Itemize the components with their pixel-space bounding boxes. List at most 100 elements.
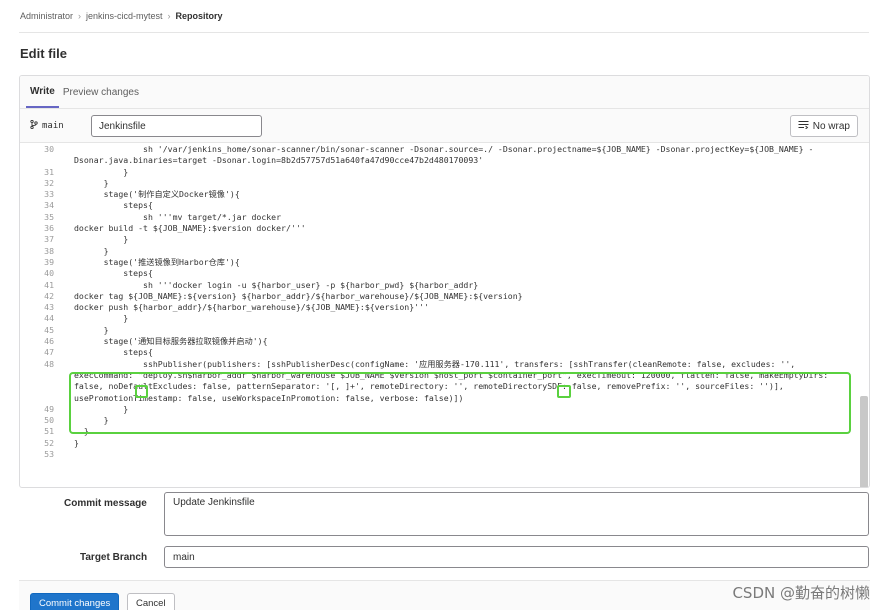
branch-icon [30,119,38,132]
code-line: 31 } [20,167,869,178]
page-title: Edit file [20,46,67,61]
file-name-input[interactable] [91,115,262,137]
line-number: 48 [44,358,54,369]
line-number: 43 [44,302,54,313]
line-text: } [74,166,129,177]
line-text: docker tag ${JOB_NAME}:${version} ${harb… [74,290,523,301]
commit-changes-button[interactable]: Commit changes [30,593,120,610]
line-number: 31 [44,166,54,177]
commit-message-label: Commit message [64,498,147,509]
code-line: 41 sh '''docker login -u ${harbor_user} … [20,280,869,291]
code-line: 33 stage('制作自定义Docker镜像'){ [20,189,869,200]
code-line: 45 } [20,325,869,336]
line-number: 52 [44,437,54,448]
line-text: } [74,177,109,188]
commit-message-input[interactable]: Update Jenkinsfile [164,492,869,536]
line-text: sh '/var/jenkins_home/sonar-scanner/bin/… [74,144,814,166]
code-line: 53 [20,449,869,460]
editor-scrollbar[interactable] [860,396,868,487]
code-line: 42 docker tag ${JOB_NAME}:${version} ${ha… [20,291,869,302]
watermark: CSDN @勤奋的树懒 [732,584,870,602]
breadcrumb: Administrator › jenkins-cicd-mytest › Re… [20,11,223,21]
line-text: stage('推送镜像到Harbor仓库'){ [74,256,240,267]
line-number: 38 [44,245,54,256]
code-line: 43 docker push ${harbor_addr}/${harbor_wa… [20,302,869,313]
code-line: 35 sh '''mv target/*.jar docker [20,212,869,223]
line-number: 32 [44,177,54,188]
code-line: 50 } [20,415,869,426]
line-text: } [74,234,129,245]
wrap-icon [798,120,809,132]
code-line: 48 sshPublisher(publishers: [sshPublishe… [20,359,869,404]
line-text: steps{ [74,268,153,279]
line-text: docker push ${harbor_addr}/${harbor_ware… [74,302,429,313]
breadcrumb-administrator[interactable]: Administrator [20,11,73,21]
editor-toolbar: main No wrap [20,109,869,143]
code-line: 46 stage('通知目标服务器拉取镜像并启动'){ [20,336,869,347]
line-number: 51 [44,426,54,437]
line-text: } [74,324,109,335]
line-text: sshPublisher(publishers: [sshPublisherDe… [74,358,834,403]
line-number: 37 [44,234,54,245]
line-text: stage('通知目标服务器拉取镜像并启动'){ [74,336,268,347]
breadcrumb-project[interactable]: jenkins-cicd-mytest [86,11,163,21]
line-number: 40 [44,268,54,279]
target-branch-input[interactable] [164,546,869,568]
editor-tabs: Write Preview changes [20,76,869,109]
line-text: } [74,415,109,426]
line-text: } [74,245,109,256]
line-number: 35 [44,211,54,222]
cancel-button[interactable]: Cancel [127,593,175,610]
line-number: 46 [44,336,54,347]
chevron-right-icon: › [167,11,171,21]
file-editor: Write Preview changes main No wrap 30 sh… [19,75,870,488]
no-wrap-button[interactable]: No wrap [789,115,858,137]
code-line: 39 stage('推送镜像到Harbor仓库'){ [20,257,869,268]
code-line: 47 steps{ [20,347,869,358]
line-number: 41 [44,279,54,290]
code-line: 37 } [20,234,869,245]
line-text: sh '''mv target/*.jar docker [74,211,282,222]
line-number: 47 [44,347,54,358]
no-wrap-label: No wrap [812,120,850,132]
chevron-right-icon: › [78,11,82,21]
breadcrumb-repository[interactable]: Repository [176,11,223,21]
branch-indicator: main [30,119,64,132]
tab-write[interactable]: Write [26,76,59,108]
target-branch-label: Target Branch [80,552,148,563]
line-text: sh '''docker login -u ${harbor_user} -p … [74,279,479,290]
line-text: steps{ [74,200,153,211]
tab-preview-changes[interactable]: Preview changes [59,76,143,108]
line-text: } [74,426,89,437]
code-line: 51 } [20,426,869,437]
code-line: 40 steps{ [20,268,869,279]
line-number: 53 [44,449,54,460]
divider [19,32,869,33]
line-text [60,449,869,460]
line-number: 30 [44,144,54,154]
code-line: 30 sh '/var/jenkins_home/sonar-scanner/b… [20,144,869,167]
code-line: 52} [20,438,869,449]
branch-name: main [42,121,64,131]
code-line: 44 } [20,313,869,324]
line-number: 34 [44,200,54,211]
line-text: } [74,403,129,414]
code-line: 36 docker build -t ${JOB_NAME}:$version d… [20,223,869,234]
code-line: 34 steps{ [20,200,869,211]
line-text: } [74,437,79,448]
code-editor[interactable]: 30 sh '/var/jenkins_home/sonar-scanner/b… [20,144,869,487]
line-number: 42 [44,290,54,301]
line-number: 45 [44,324,54,335]
line-text: stage('制作自定义Docker镜像'){ [74,189,240,200]
line-text: } [74,313,129,324]
code-line: 32 } [20,178,869,189]
code-line: 38 } [20,246,869,257]
line-number: 36 [44,223,54,234]
line-number: 49 [44,403,54,414]
line-number: 50 [44,415,54,426]
code-line: 49 } [20,404,869,415]
line-text: steps{ [74,347,153,358]
line-number: 33 [44,189,54,200]
line-text: docker build -t ${JOB_NAME}:$version doc… [74,223,306,234]
line-number: 39 [44,256,54,267]
